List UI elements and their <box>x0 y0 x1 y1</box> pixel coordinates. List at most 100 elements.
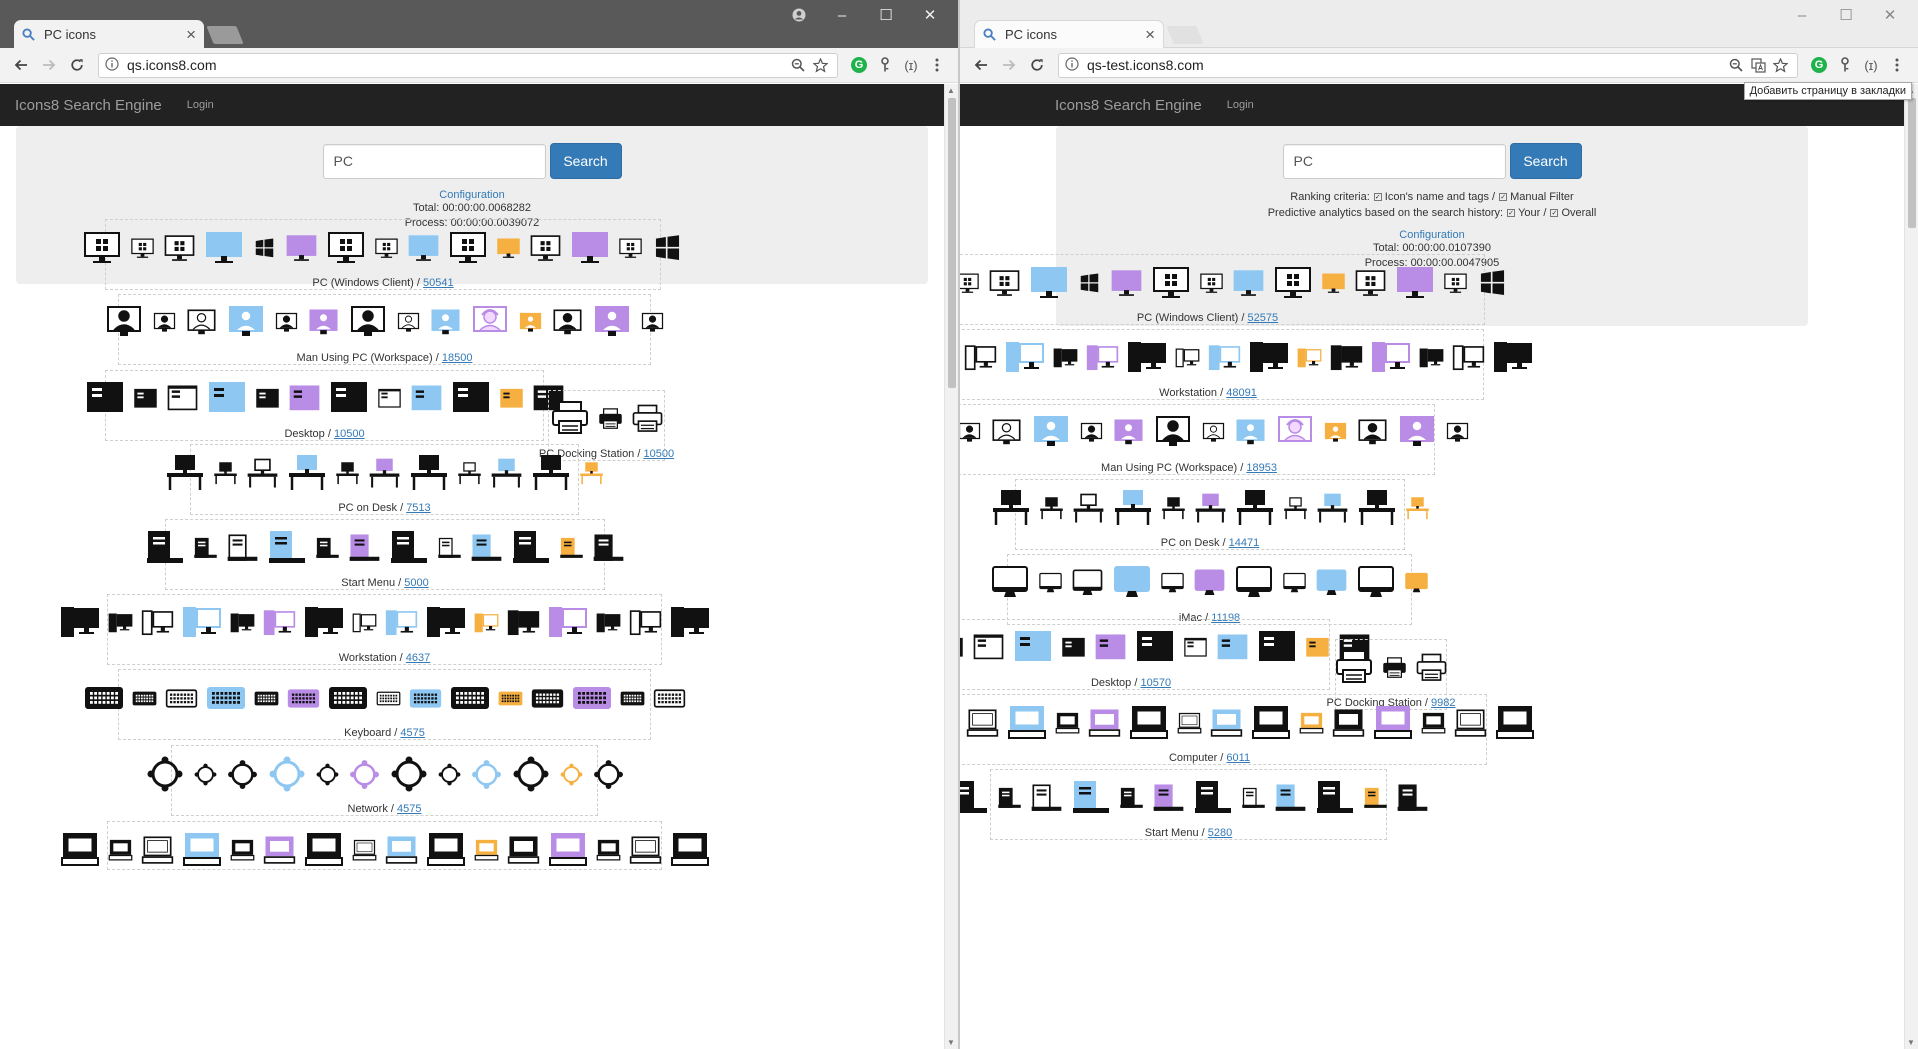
desktop-screen-icon[interactable] <box>499 387 524 412</box>
pc-on-desk-icon[interactable] <box>457 461 482 486</box>
imac-icon[interactable] <box>1038 571 1063 596</box>
pc-on-desk-icon[interactable] <box>409 453 449 493</box>
keyboard-icon[interactable] <box>287 682 320 715</box>
group-count-link[interactable]: 14471 <box>1229 537 1260 549</box>
computer-icon[interactable] <box>507 834 540 867</box>
pc-tower-icon[interactable] <box>389 528 429 568</box>
man-at-pc-icon[interactable] <box>185 307 218 340</box>
workstation-icon[interactable] <box>182 603 222 643</box>
workstation-icon[interactable] <box>548 603 588 643</box>
maximize-icon[interactable]: ☐ <box>1824 4 1868 26</box>
login-link[interactable]: Login <box>1227 99 1254 111</box>
workstation-icon[interactable] <box>1208 342 1241 375</box>
monitor-windows-icon[interactable] <box>1151 263 1191 303</box>
workstation-icon[interactable] <box>1371 338 1411 378</box>
computer-icon[interactable] <box>1454 707 1487 740</box>
desktop-screen-icon[interactable] <box>451 379 491 419</box>
printer-icon[interactable] <box>550 399 590 439</box>
pc-tower-icon[interactable] <box>267 528 307 568</box>
monitor-windows-icon[interactable] <box>618 236 643 261</box>
computer-icon[interactable] <box>60 830 100 870</box>
browser-tab[interactable]: PC icons × <box>14 20 204 48</box>
network-icon[interactable] <box>470 758 503 791</box>
workstation-icon[interactable] <box>1493 338 1533 378</box>
man-at-pc-icon[interactable] <box>1234 417 1267 450</box>
ranking-manual-filter-checkbox[interactable]: ✓ <box>1499 193 1508 201</box>
pc-tower-icon[interactable] <box>559 536 584 561</box>
scroll-thumb[interactable] <box>1908 98 1916 228</box>
desktop-screen-icon[interactable] <box>133 387 158 412</box>
desktop-screen-icon[interactable] <box>1183 636 1208 661</box>
desktop-screen-icon[interactable] <box>1305 636 1330 661</box>
desktop-screen-icon[interactable] <box>329 379 369 419</box>
woman-at-pc-icon[interactable] <box>1275 413 1315 453</box>
workstation-icon[interactable] <box>1175 346 1200 371</box>
imac-icon[interactable] <box>1356 563 1396 603</box>
imac-icon[interactable] <box>1315 567 1348 600</box>
predictive-overall-checkbox[interactable]: ✓ <box>1550 209 1559 217</box>
monitor-windows-icon[interactable] <box>1273 263 1313 303</box>
pc-on-desk-icon[interactable] <box>1357 488 1397 528</box>
monitor-windows-icon[interactable] <box>1354 267 1387 300</box>
computer-icon[interactable] <box>385 834 418 867</box>
pc-tower-icon[interactable] <box>1274 782 1307 815</box>
group-count-link[interactable]: 4575 <box>400 727 424 739</box>
windows-logo-icon[interactable] <box>1476 267 1509 300</box>
windows-logo-icon[interactable] <box>1077 271 1102 296</box>
pc-tower-icon[interactable] <box>1396 782 1429 815</box>
windows-logo-icon[interactable] <box>252 236 277 261</box>
pc-tower-icon[interactable] <box>348 532 381 565</box>
workstation-icon[interactable] <box>1330 342 1363 375</box>
keyboard-icon[interactable] <box>132 686 157 711</box>
monitor-windows-icon[interactable] <box>204 228 244 268</box>
workstation-icon[interactable] <box>60 603 100 643</box>
keyboard-icon[interactable] <box>620 686 645 711</box>
zoom-icon[interactable] <box>1725 55 1747 75</box>
monitor-windows-icon[interactable] <box>570 228 610 268</box>
maximize-icon[interactable]: ☐ <box>864 4 908 26</box>
keyboard-icon[interactable] <box>572 678 612 718</box>
pc-on-desk-icon[interactable] <box>368 457 401 490</box>
monitor-windows-icon[interactable] <box>1199 271 1224 296</box>
computer-icon[interactable] <box>304 830 344 870</box>
scroll-up-arrow-icon[interactable]: ▲ <box>947 86 955 95</box>
computer-icon[interactable] <box>1055 711 1080 736</box>
computer-icon[interactable] <box>182 830 222 870</box>
scroll-thumb[interactable] <box>948 98 956 388</box>
minimize-icon[interactable]: – <box>1780 4 1824 26</box>
man-at-pc-icon[interactable] <box>1397 413 1437 453</box>
computer-icon[interactable] <box>108 838 133 863</box>
man-at-pc-icon[interactable] <box>640 311 665 336</box>
search-input[interactable] <box>1282 143 1506 179</box>
forward-arrow-icon[interactable] <box>36 52 62 78</box>
monitor-windows-icon[interactable] <box>374 236 399 261</box>
search-button[interactable]: Search <box>549 143 622 179</box>
desktop-screen-icon[interactable] <box>972 632 1005 665</box>
desktop-screen-icon[interactable] <box>410 383 443 416</box>
configuration-link[interactable]: Configuration <box>1056 229 1808 241</box>
scrollbar[interactable]: ▲ ▼ <box>944 84 958 1049</box>
minimize-icon[interactable]: – <box>820 4 864 26</box>
search-button[interactable]: Search <box>1509 143 1582 179</box>
pc-on-desk-icon[interactable] <box>490 457 523 490</box>
pc-on-desk-icon[interactable] <box>1161 496 1186 521</box>
network-icon[interactable] <box>193 762 218 787</box>
pc-on-desk-icon[interactable] <box>1194 492 1227 525</box>
pc-tower-icon[interactable] <box>1315 778 1355 818</box>
pc-on-desk-icon[interactable] <box>1316 492 1349 525</box>
man-at-pc-icon[interactable] <box>274 311 299 336</box>
keyboard-icon[interactable] <box>84 678 124 718</box>
scroll-down-arrow-icon[interactable]: ▼ <box>1907 1038 1915 1047</box>
pc-on-desk-icon[interactable] <box>991 488 1031 528</box>
group-count-link[interactable]: 50541 <box>423 277 454 289</box>
desktop-screen-icon[interactable] <box>255 387 280 412</box>
address-bar[interactable]: qs-test.icons8.com <box>1058 52 1798 78</box>
man-at-pc-icon[interactable] <box>592 303 632 343</box>
monitor-windows-icon[interactable] <box>163 232 196 265</box>
workstation-icon[interactable] <box>1297 346 1322 371</box>
pc-tower-icon[interactable] <box>193 536 218 561</box>
workstation-icon[interactable] <box>230 611 255 636</box>
pc-on-desk-icon[interactable] <box>213 461 238 486</box>
computer-icon[interactable] <box>966 707 999 740</box>
pc-tower-icon[interactable] <box>470 532 503 565</box>
